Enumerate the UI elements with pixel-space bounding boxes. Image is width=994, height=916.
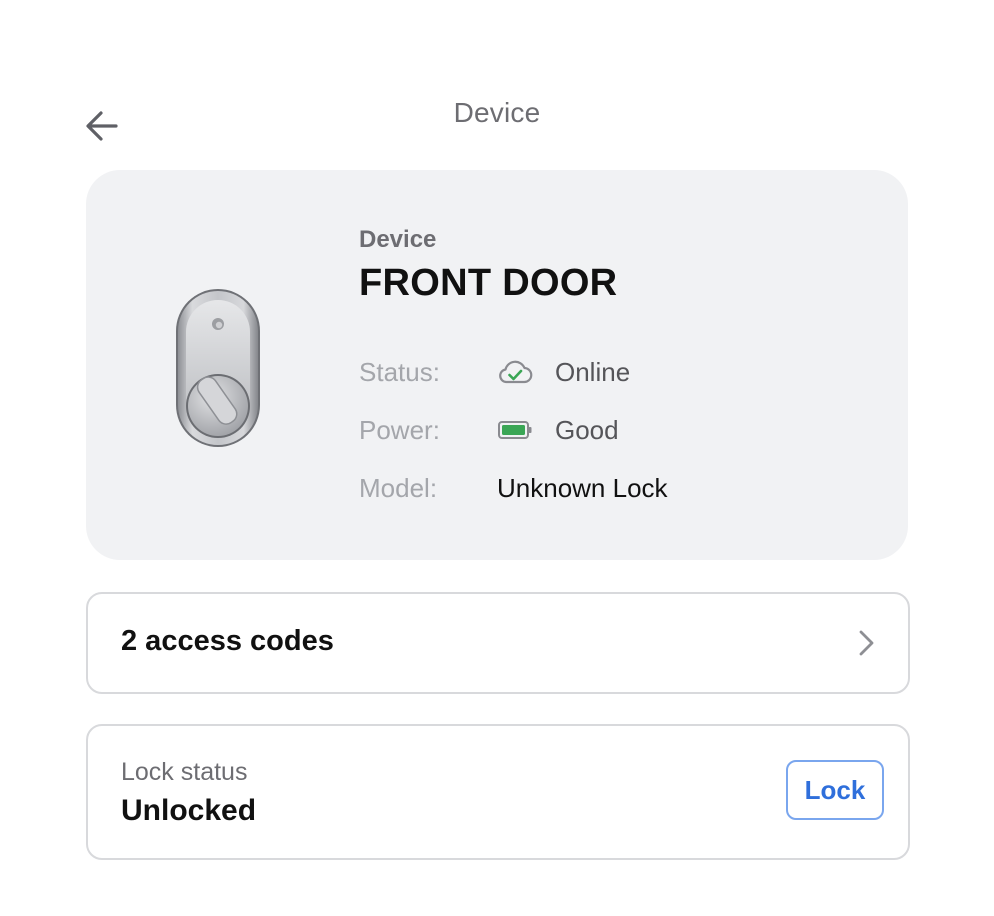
model-key: Model: [359, 472, 438, 503]
device-card: Device FRONT DOOR Status: Online Power: [86, 170, 908, 560]
chevron-right-icon [859, 630, 874, 656]
status-value: Online [555, 356, 631, 387]
header: Device [0, 0, 994, 170]
status-row: Status: Online [359, 352, 859, 392]
smart-lock-icon [174, 288, 264, 450]
lock-status-label: Lock status [121, 758, 248, 786]
power-key: Power: [359, 414, 440, 445]
battery-icon [497, 419, 555, 441]
device-label: Device [359, 226, 437, 253]
access-codes-label: 2 access codes [121, 625, 334, 657]
lock-button[interactable]: Lock [786, 760, 884, 820]
access-codes-row[interactable]: 2 access codes [86, 592, 910, 694]
power-value: Good [555, 414, 619, 445]
device-name: FRONT DOOR [359, 262, 618, 304]
model-value: Unknown Lock [497, 472, 668, 503]
lock-status-value: Unlocked [121, 794, 257, 827]
power-row: Power: Good [359, 410, 859, 450]
status-key: Status: [359, 356, 440, 387]
cloud-check-icon [497, 358, 555, 386]
device-info: Device FRONT DOOR Status: Online Power: [359, 226, 668, 503]
page-title: Device [453, 97, 541, 128]
model-row: Model: Unknown Lock [359, 468, 859, 508]
lock-status-card: Lock status Unlocked Lock [86, 724, 910, 860]
